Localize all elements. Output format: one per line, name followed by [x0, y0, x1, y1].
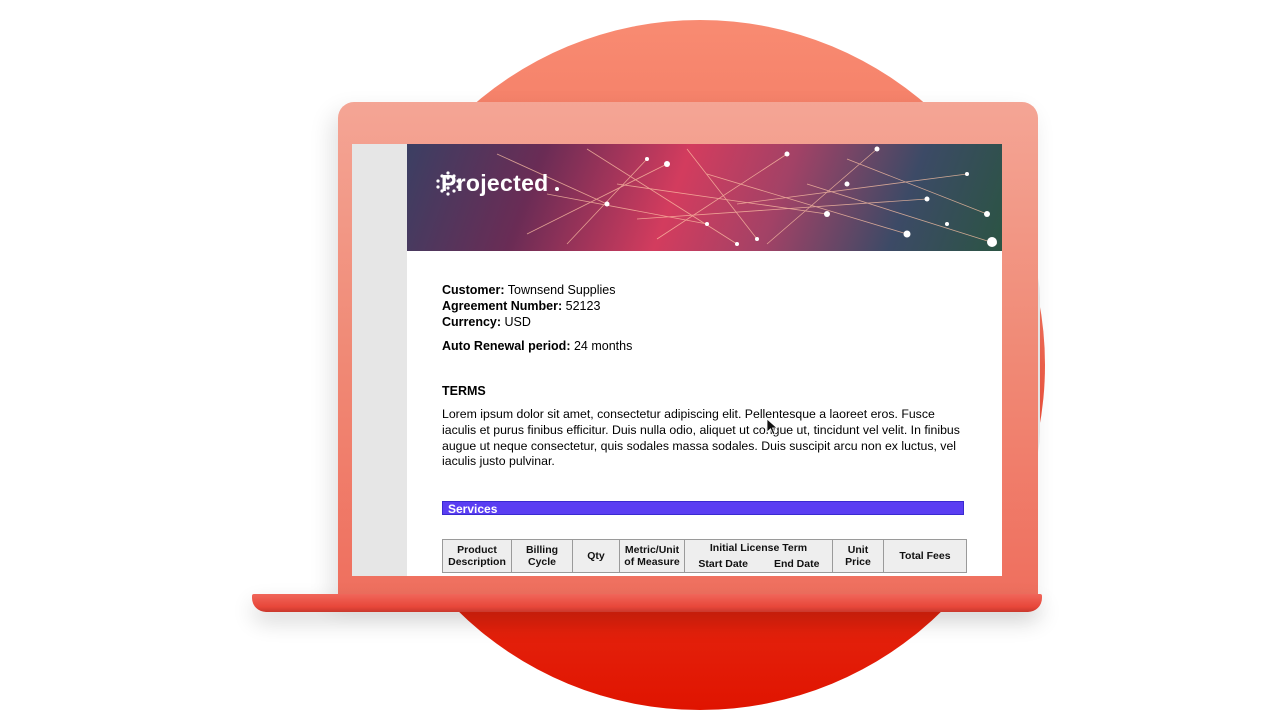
laptop-screen: Projected Customer: Townsend Supplies Ag… [352, 144, 1002, 576]
currency-label: Currency: [442, 315, 502, 329]
col-product-description: Product Description [442, 539, 512, 573]
agreement-details: Customer: Townsend Supplies Agreement Nu… [442, 282, 615, 330]
col-billing-cycle: Billing Cycle [511, 539, 573, 573]
col-total-fees: Total Fees [883, 539, 967, 573]
col-start-date: Start Date [684, 556, 762, 573]
logo-icon [436, 171, 460, 196]
services-table: Product Description Billing Cycle Qty Me… [442, 539, 967, 573]
auto-renewal-line: Auto Renewal period: 24 months [442, 338, 632, 354]
col-metric-unit: Metric/Unit of Measure [619, 539, 685, 573]
laptop-base [252, 594, 1042, 612]
terms-heading: TERMS [442, 384, 486, 398]
agreement-document: Projected Customer: Townsend Supplies Ag… [407, 144, 1002, 576]
terms-body: Lorem ipsum dolor sit amet, consectetur … [442, 407, 960, 469]
agreement-number-value: 52123 [565, 299, 601, 313]
network-graphic [496, 146, 998, 247]
services-heading: Services [442, 501, 964, 516]
customer-value: Townsend Supplies [507, 283, 616, 297]
col-unit-price: Unit Price [832, 539, 884, 573]
currency-line: Currency: USD [442, 314, 615, 330]
col-initial-license-term: Initial License Term [684, 539, 833, 556]
document-banner: Projected [407, 144, 1002, 251]
auto-renewal-value: 24 months [573, 339, 633, 353]
customer-label: Customer: [442, 283, 505, 297]
auto-renewal-label: Auto Renewal period: [442, 339, 571, 353]
table-header-row: Product Description Billing Cycle Qty Me… [442, 539, 967, 573]
customer-line: Customer: Townsend Supplies [442, 282, 615, 298]
brand-logo: Projected [435, 170, 549, 197]
agreement-number-line: Agreement Number: 52123 [442, 298, 615, 314]
currency-value: USD [504, 315, 531, 329]
agreement-number-label: Agreement Number: [442, 299, 563, 313]
mouse-cursor-icon [766, 418, 778, 436]
col-end-date: End Date [761, 556, 834, 573]
col-qty: Qty [572, 539, 620, 573]
